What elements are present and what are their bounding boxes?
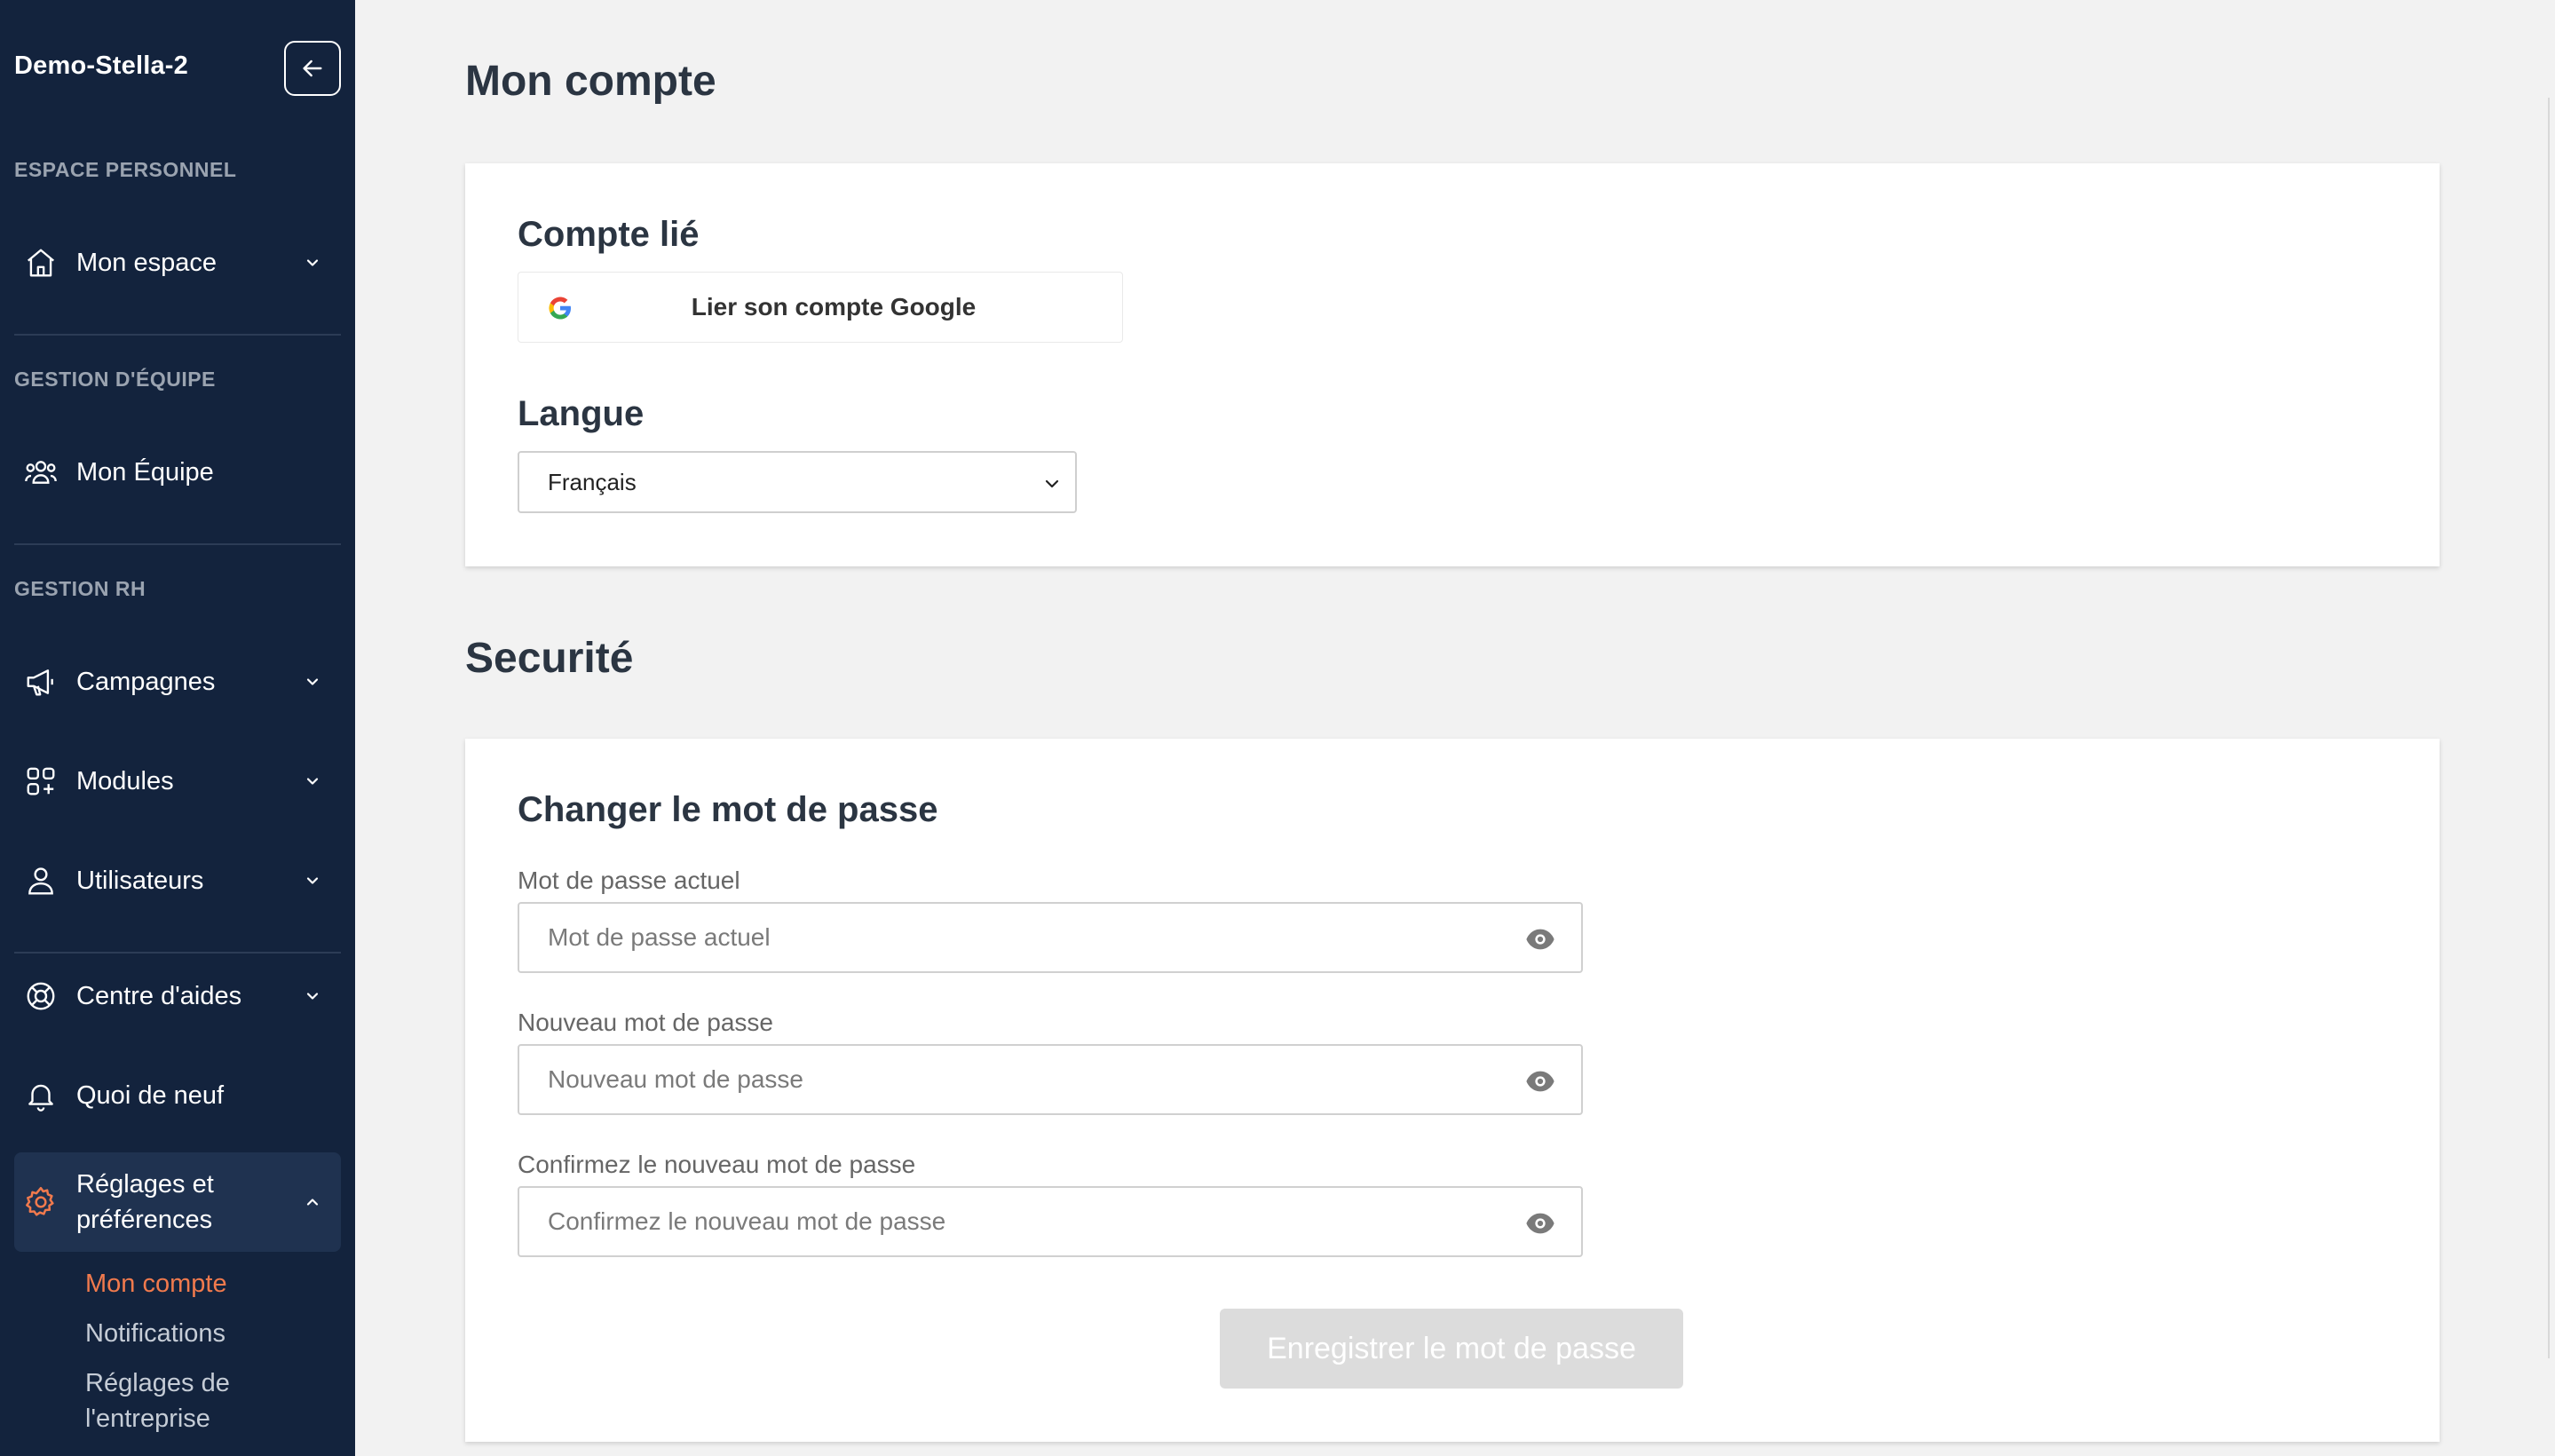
bell-icon (23, 1078, 59, 1113)
eye-icon[interactable] (1524, 1211, 1556, 1236)
change-password-title: Changer le mot de passe (518, 790, 938, 829)
sidebar-item-centre-aides[interactable]: Centre d'aides (14, 954, 341, 1039)
password-card: Changer le mot de passe Mot de passe act… (465, 739, 2440, 1442)
new-password-label: Nouveau mot de passe (518, 1009, 773, 1036)
sidebar-item-campagnes[interactable]: Campagnes (14, 639, 341, 724)
sidebar-item-label: Réglages et préférences (76, 1170, 214, 1234)
chevron-up-icon (302, 1191, 323, 1213)
sidebar-subitem-mon-compte[interactable]: Mon compte (85, 1266, 227, 1302)
chevron-down-icon (302, 771, 323, 792)
page-title: Mon compte (465, 58, 716, 105)
team-icon (23, 455, 59, 490)
sidebar-item-label: Mon Équipe (76, 458, 214, 487)
sidebar-subitem-reglages-entreprise[interactable]: Réglages de l'entreprise (85, 1365, 281, 1436)
gear-icon (23, 1184, 59, 1220)
page-scrollbar[interactable] (2548, 98, 2550, 1358)
save-password-button[interactable]: Enregistrer le mot de passe (1220, 1309, 1683, 1389)
sidebar-item-utilisateurs[interactable]: Utilisateurs (14, 838, 341, 923)
modules-grid-icon (23, 764, 59, 799)
chevron-down-icon (302, 870, 323, 891)
current-password-label: Mot de passe actuel (518, 866, 740, 894)
section-label-personal: ESPACE PERSONNEL (14, 158, 237, 181)
confirm-password-input[interactable] (548, 1195, 1480, 1248)
chevron-down-icon (302, 252, 323, 273)
chevron-down-icon (1045, 479, 1059, 488)
sidebar-item-mon-espace[interactable]: Mon espace (14, 220, 341, 305)
sidebar-item-label: Utilisateurs (76, 866, 204, 895)
arrow-left-icon (303, 59, 322, 77)
security-title: Securité (465, 635, 634, 682)
chevron-down-icon (302, 671, 323, 692)
sidebar-subitem-notifications[interactable]: Notifications (85, 1316, 225, 1351)
language-select-value: Français (548, 468, 637, 495)
sidebar-item-label: Mon espace (76, 249, 217, 277)
sidebar-item-label: Campagnes (76, 668, 216, 696)
sidebar-item-quoi-de-neuf[interactable]: Quoi de neuf (14, 1053, 341, 1138)
sidebar: Demo-Stella-2 ESPACE PERSONNEL Mon espac… (0, 0, 355, 1456)
sidebar-divider (14, 543, 341, 545)
user-icon (23, 863, 59, 898)
confirm-password-label: Confirmez le nouveau mot de passe (518, 1151, 916, 1178)
app-root: Demo-Stella-2 ESPACE PERSONNEL Mon espac… (0, 0, 2555, 1456)
sidebar-item-label: Centre d'aides (76, 982, 242, 1010)
eye-icon[interactable] (1524, 927, 1556, 952)
sidebar-divider (14, 334, 341, 336)
account-card: Compte lié Lier son compte Google Langue… (465, 163, 2440, 566)
megaphone-icon (23, 664, 59, 700)
section-label-hr: GESTION RH (14, 577, 146, 600)
chevron-down-icon (302, 985, 323, 1007)
linked-account-title: Compte lié (518, 215, 700, 254)
sidebar-item-mon-equipe[interactable]: Mon Équipe (14, 430, 341, 515)
link-google-button[interactable]: Lier son compte Google (518, 272, 1123, 343)
sidebar-item-reglages[interactable]: Réglages et préférences (14, 1152, 341, 1252)
new-password-field (518, 1044, 1583, 1115)
current-password-field (518, 902, 1583, 973)
new-password-input[interactable] (548, 1053, 1480, 1106)
lifebuoy-icon (23, 978, 59, 1014)
link-google-label: Lier son compte Google (691, 293, 977, 320)
workspace-name: Demo-Stella-2 (14, 51, 188, 80)
section-label-team: GESTION D'ÉQUIPE (14, 368, 216, 391)
current-password-input[interactable] (548, 911, 1480, 964)
language-title: Langue (518, 394, 645, 433)
eye-icon[interactable] (1524, 1069, 1556, 1094)
home-icon (23, 245, 59, 281)
language-select[interactable]: Français (518, 451, 1077, 513)
confirm-password-field (518, 1186, 1583, 1257)
sidebar-item-label: Quoi de neuf (76, 1081, 225, 1110)
collapse-sidebar-button[interactable] (284, 41, 341, 96)
sidebar-item-label: Modules (76, 767, 174, 795)
sidebar-item-modules[interactable]: Modules (14, 739, 341, 824)
